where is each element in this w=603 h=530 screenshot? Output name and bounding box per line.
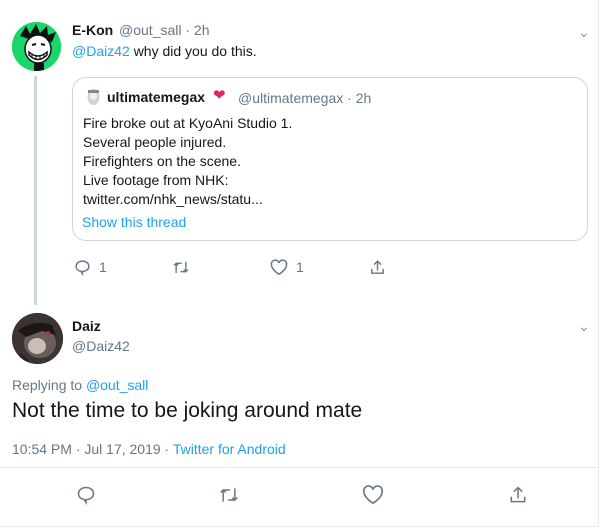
- tweet-body: why did you do this.: [133, 43, 257, 59]
- divider: [0, 467, 598, 468]
- quoted-handle-and-time: @ultimatemegax · 2h: [238, 90, 371, 106]
- quoted-line: Live footage from NHK:: [83, 172, 229, 188]
- reply-count: 1: [99, 259, 107, 275]
- share-button[interactable]: [369, 257, 386, 277]
- tweet-time: 2h: [193, 22, 210, 38]
- quoted-line: Fire broke out at KyoAni Studio 1.: [83, 115, 293, 131]
- replying-to-link[interactable]: @out_sall: [86, 377, 148, 393]
- like-icon: [270, 258, 288, 275]
- like-count: 1: [296, 259, 304, 275]
- quoted-handle: @ultimatemegax: [238, 90, 344, 106]
- retweet-icon: [220, 488, 238, 502]
- reply-icon: [77, 486, 95, 505]
- reply-button[interactable]: 1: [74, 257, 107, 277]
- replying-prefix: Replying to: [12, 377, 83, 393]
- dot-separator: ·: [347, 90, 352, 106]
- dot-separator: ·: [185, 22, 191, 38]
- tweet-source[interactable]: Twitter for Android: [173, 441, 286, 457]
- retweet-icon: [173, 261, 189, 273]
- retweet-button[interactable]: [172, 257, 190, 277]
- replying-to: Replying to @out_sall: [12, 377, 148, 393]
- tweet-timestamp[interactable]: 10:54 PM · Jul 17, 2019 ·: [12, 441, 169, 457]
- reply-button[interactable]: [76, 485, 96, 505]
- chevron-down-icon[interactable]: ⌄: [578, 24, 590, 41]
- author-name[interactable]: Daiz: [72, 318, 101, 334]
- quoted-line: Several people injured.: [83, 134, 227, 150]
- quoted-avatar: [86, 88, 101, 106]
- author-handle-and-time[interactable]: @out_sall · 2h: [119, 22, 210, 38]
- like-icon: [362, 485, 384, 505]
- author-name[interactable]: E-Kon: [72, 22, 113, 38]
- thread-connector-line: [34, 76, 37, 305]
- quoted-line: Firefighters on the scene.: [83, 153, 241, 169]
- quoted-author-name: ultimatemegax: [107, 89, 206, 105]
- quoted-tweet-text: Fire broke out at KyoAni Studio 1. Sever…: [83, 114, 292, 209]
- author-handle: @out_sall: [119, 22, 182, 38]
- avatar-e-kon[interactable]: [12, 22, 61, 71]
- retweet-button[interactable]: [218, 485, 240, 505]
- show-thread-link[interactable]: Show this thread: [82, 214, 186, 230]
- avatar-daiz[interactable]: [12, 313, 63, 364]
- like-button[interactable]: 1: [270, 257, 304, 277]
- like-button[interactable]: [362, 485, 384, 505]
- heart-emoji-icon: ❤: [213, 87, 226, 104]
- quoted-time: 2h: [355, 90, 372, 106]
- chevron-down-icon[interactable]: ⌄: [578, 318, 590, 335]
- tweet-text: Not the time to be joking around mate: [12, 399, 363, 422]
- share-icon: [510, 486, 526, 503]
- quoted-link: twitter.com/nhk_news/statu...: [83, 191, 263, 207]
- tweet-text: @Daiz42 why did you do this.: [72, 43, 257, 59]
- reply-icon: [75, 259, 90, 276]
- share-icon: [371, 259, 384, 274]
- tweet-metadata: 10:54 PM · Jul 17, 2019 · Twitter for An…: [12, 441, 286, 457]
- share-button[interactable]: [508, 485, 528, 505]
- mention-link[interactable]: @Daiz42: [72, 43, 130, 59]
- author-handle[interactable]: @Daiz42: [72, 338, 130, 354]
